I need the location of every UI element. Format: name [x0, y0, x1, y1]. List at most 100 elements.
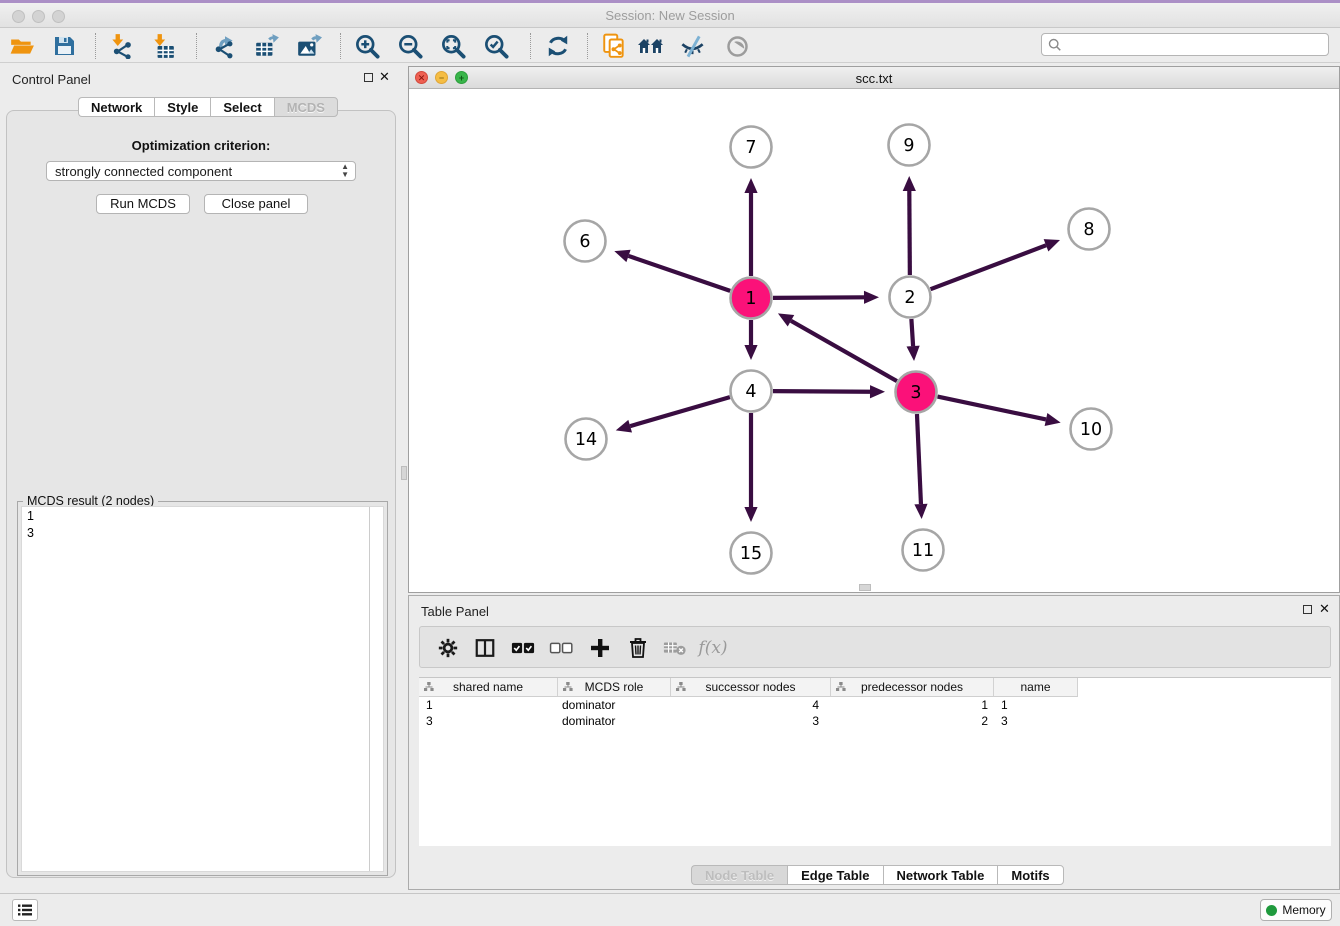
network-view-titlebar[interactable]: ✕ − + scc.txt: [409, 67, 1339, 89]
graph-node[interactable]: 2: [890, 277, 931, 318]
tab-node-table[interactable]: Node Table: [691, 865, 787, 885]
deselect-all-button[interactable]: [546, 633, 576, 663]
search-icon: [1048, 38, 1062, 52]
graph-node[interactable]: 11: [903, 530, 944, 571]
graph-node[interactable]: 3: [896, 372, 937, 413]
graph-node[interactable]: 8: [1069, 209, 1110, 250]
graph-node-label: 2: [904, 288, 915, 308]
result-scrollbar[interactable]: [369, 507, 383, 871]
refresh-view-button[interactable]: [542, 31, 574, 61]
plus-icon: [590, 638, 610, 658]
graph-node[interactable]: 7: [731, 127, 772, 168]
graph-node[interactable]: 4: [731, 371, 772, 412]
graph-edge[interactable]: [931, 239, 1060, 289]
table-row[interactable]: 3dominator323: [419, 713, 1331, 729]
table-settings-button[interactable]: [433, 633, 463, 663]
zoom-selected-button[interactable]: [480, 31, 512, 61]
table-row[interactable]: 1dominator411: [419, 697, 1331, 713]
show-graphics-details-button[interactable]: [721, 31, 753, 61]
run-mcds-button[interactable]: Run MCDS: [96, 194, 190, 214]
search-input[interactable]: [1066, 38, 1328, 52]
tab-style[interactable]: Style: [154, 97, 210, 117]
graph-edge[interactable]: [938, 397, 1061, 426]
close-table-panel-icon[interactable]: ✕: [1319, 601, 1330, 617]
zoom-in-button[interactable]: [351, 31, 383, 61]
graph-node[interactable]: 6: [565, 221, 606, 262]
zoom-out-button[interactable]: [394, 31, 426, 61]
graph-node-label: 7: [745, 138, 756, 158]
optimization-criterion-dropdown[interactable]: strongly connected component ▲▼: [46, 161, 356, 181]
tab-select[interactable]: Select: [210, 97, 273, 117]
zoom-fit-content-icon: [440, 33, 467, 60]
save-floppy-icon: [52, 34, 76, 58]
graph-node-label: 10: [1080, 420, 1102, 440]
graph-node[interactable]: 10: [1071, 409, 1112, 450]
delete-column-button[interactable]: [623, 633, 653, 663]
main-toolbar: [0, 29, 1340, 63]
vertical-splitter-handle[interactable]: [401, 466, 407, 480]
trash-icon: [628, 637, 648, 659]
mcds-result-textarea[interactable]: 1 3: [21, 506, 384, 872]
graph-edge[interactable]: [778, 313, 897, 381]
toggle-columns-button[interactable]: [470, 633, 500, 663]
open-session-button[interactable]: [6, 31, 38, 61]
close-panel-icon[interactable]: ✕: [379, 69, 390, 85]
network-view-window: ✕ − + scc.txt 7 9 6 8 1 2 4 3 14 10 15 11: [408, 66, 1340, 593]
graph-node[interactable]: 15: [731, 533, 772, 574]
export-table-button[interactable]: [251, 31, 283, 61]
graph-edge[interactable]: [903, 176, 916, 275]
task-history-button[interactable]: [12, 899, 38, 921]
graph-edge[interactable]: [744, 413, 757, 522]
tab-network[interactable]: Network: [78, 97, 154, 117]
import-table-button[interactable]: [147, 31, 179, 61]
graph-edge[interactable]: [614, 250, 730, 291]
column-header-shared-name[interactable]: shared name: [419, 678, 558, 697]
copy-network-button[interactable]: [598, 31, 630, 61]
float-panel-icon[interactable]: [364, 73, 373, 82]
hide-graphics-details-button[interactable]: [676, 31, 708, 61]
export-network-button[interactable]: [209, 31, 241, 61]
double-home-icon: [637, 33, 665, 59]
save-session-button[interactable]: [48, 31, 80, 61]
horizontal-splitter-handle[interactable]: [859, 584, 871, 591]
optimization-criterion-label: Optimization criterion:: [7, 138, 395, 153]
toolbar-separator: [587, 33, 588, 59]
column-header-predecessor-nodes[interactable]: predecessor nodes: [831, 678, 994, 697]
tab-network-table[interactable]: Network Table: [883, 865, 998, 885]
import-network-button[interactable]: [105, 31, 137, 61]
graph-edge[interactable]: [744, 320, 757, 360]
add-column-button[interactable]: [585, 633, 615, 663]
graph-node-label: 8: [1083, 220, 1094, 240]
tab-motifs[interactable]: Motifs: [997, 865, 1063, 885]
select-all-button[interactable]: [508, 633, 538, 663]
table-cell: 4: [671, 697, 831, 713]
export-image-button[interactable]: [293, 31, 325, 61]
graph-edge[interactable]: [773, 291, 879, 304]
tab-mcds[interactable]: MCDS: [274, 97, 338, 117]
column-header-name[interactable]: name: [994, 678, 1078, 697]
graph-edge[interactable]: [914, 414, 927, 519]
graph-node[interactable]: 1: [731, 278, 772, 319]
chevron-updown-icon: ▲▼: [341, 163, 349, 179]
column-header-mcds-role[interactable]: MCDS role: [558, 678, 671, 697]
graph-edge[interactable]: [616, 397, 730, 432]
column-header-successor-nodes[interactable]: successor nodes: [671, 678, 831, 697]
home-view-button[interactable]: [635, 31, 667, 61]
toolbar-separator: [340, 33, 341, 59]
float-table-panel-icon[interactable]: [1303, 605, 1312, 614]
table-tabs: Node Table Edge Table Network Table Moti…: [691, 865, 1064, 885]
memory-button[interactable]: Memory: [1260, 899, 1332, 921]
network-graph[interactable]: 7 9 6 8 1 2 4 3 14 10 15 11: [409, 89, 1339, 592]
search-field[interactable]: [1041, 33, 1329, 56]
node-table: shared name MCDS role successor nodes pr…: [419, 677, 1331, 846]
close-panel-button[interactable]: Close panel: [204, 194, 308, 214]
network-canvas[interactable]: 7 9 6 8 1 2 4 3 14 10 15 11: [409, 89, 1339, 592]
graph-node[interactable]: 9: [889, 125, 930, 166]
graph-edge[interactable]: [907, 319, 920, 361]
tab-edge-table[interactable]: Edge Table: [787, 865, 882, 885]
graph-edge[interactable]: [773, 385, 885, 398]
table-cell: 3: [419, 713, 558, 729]
graph-edge[interactable]: [744, 178, 757, 276]
graph-node[interactable]: 14: [566, 419, 607, 460]
zoom-fit-button[interactable]: [437, 31, 469, 61]
